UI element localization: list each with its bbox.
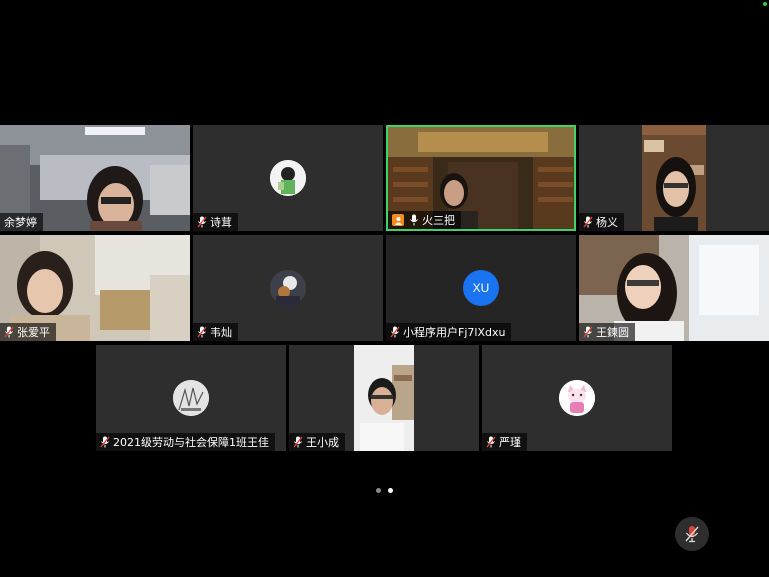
video-tile-2[interactable]: 诗茸 [193, 125, 383, 231]
host-person-icon [392, 214, 404, 226]
participant-name-tag: 严瑾 [482, 433, 527, 451]
participant-name: 韦灿 [210, 326, 232, 339]
participant-name-tag: 张爱平 [0, 323, 56, 341]
mic-icon [410, 214, 418, 226]
mic-muted-icon [390, 326, 400, 338]
participant-avatar [559, 380, 595, 416]
participant-avatar [270, 160, 306, 196]
video-tile-7[interactable]: XU 小程序用户Fj7lXdxu [386, 235, 576, 341]
participant-name-tag: 杨义 [579, 213, 624, 231]
video-tile-3-active-speaker[interactable]: 火三把 [386, 125, 576, 231]
participant-name: 小程序用户Fj7lXdxu [403, 326, 506, 339]
participant-video-10 [354, 345, 414, 451]
video-tile-5[interactable]: 张爱平 [0, 235, 190, 341]
participant-name-tag: 火三把 [388, 211, 461, 229]
participant-name-tag: 王小成 [289, 433, 345, 451]
mic-muted-icon [583, 326, 593, 338]
page-dot-1[interactable] [376, 488, 381, 493]
video-tile-8[interactable]: 王鍊圆 [579, 235, 769, 341]
cat-cartoon-avatar-icon [559, 380, 595, 416]
participant-name-tag: 诗茸 [193, 213, 238, 231]
mic-muted-icon [4, 326, 14, 338]
sketch-avatar-icon [173, 380, 209, 416]
participant-name-tag: 王鍊圆 [579, 323, 635, 341]
participant-name-tag: 2021级劳动与社会保障1班王佳 [96, 433, 275, 451]
participant-name: 余梦婷 [4, 216, 37, 229]
participant-name: 严瑾 [499, 436, 521, 449]
microphone-slash-icon [685, 526, 699, 543]
participant-name-tag: 小程序用户Fj7lXdxu [386, 323, 512, 341]
participant-name: 火三把 [422, 214, 455, 227]
cartoon-avatar-icon [270, 160, 306, 196]
participant-name-tag: 余梦婷 [0, 213, 43, 231]
participant-name-tag: 韦灿 [193, 323, 238, 341]
page-dot-2-current[interactable] [388, 488, 393, 493]
video-tile-1[interactable]: 余梦婷 [0, 125, 190, 231]
participant-name: 2021级劳动与社会保障1班王佳 [113, 436, 269, 449]
participant-name: 王鍊圆 [596, 326, 629, 339]
participant-name: 张爱平 [17, 326, 50, 339]
mic-muted-icon [293, 436, 303, 448]
video-tile-4[interactable]: 杨义 [579, 125, 769, 231]
mic-muted-icon [486, 436, 496, 448]
participant-avatar [270, 270, 306, 306]
mic-muted-icon [583, 216, 593, 228]
participant-avatar [173, 380, 209, 416]
mute-toggle-button[interactable] [675, 517, 709, 551]
mic-muted-icon [197, 326, 207, 338]
video-tile-6[interactable]: 韦灿 [193, 235, 383, 341]
participant-avatar: XU [463, 270, 499, 306]
video-tile-9[interactable]: 2021级劳动与社会保障1班王佳 [96, 345, 286, 451]
connection-status-dot [763, 2, 767, 6]
video-tile-10[interactable]: 王小成 [289, 345, 479, 451]
photo-avatar-icon [270, 270, 306, 306]
participant-video-4 [642, 125, 706, 231]
gallery-page-indicator [376, 488, 393, 493]
video-tile-11[interactable]: 严瑾 [482, 345, 672, 451]
participant-name: 王小成 [306, 436, 339, 449]
mic-muted-icon [100, 436, 110, 448]
mic-muted-icon [197, 216, 207, 228]
participant-name: 诗茸 [210, 216, 232, 229]
participant-name: 杨义 [596, 216, 618, 229]
